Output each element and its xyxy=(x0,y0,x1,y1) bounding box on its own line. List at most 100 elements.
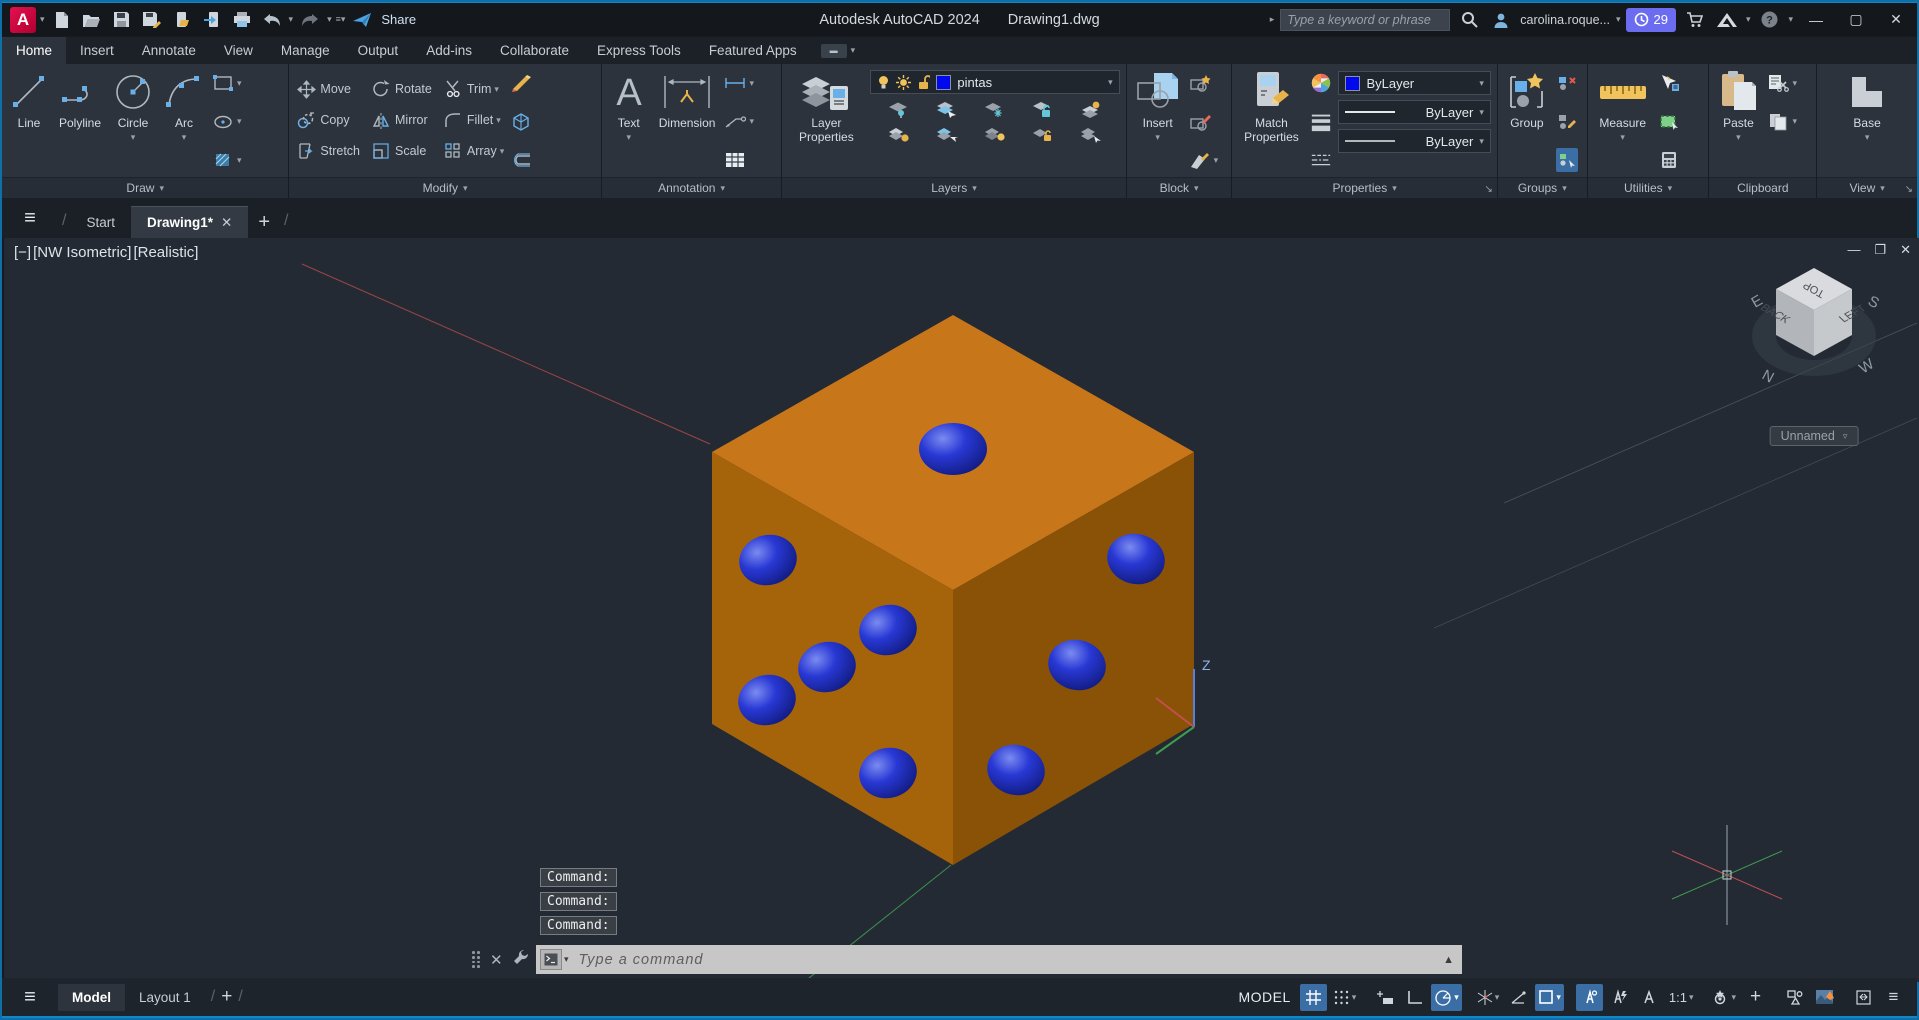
panel-label-properties[interactable]: Properties ▾ ↘ xyxy=(1232,177,1497,198)
paste-caret-icon[interactable]: ▾ xyxy=(1736,132,1741,143)
circle-button[interactable]: Circle ▾ xyxy=(110,68,156,175)
search-input[interactable]: Type a keyword or phrase xyxy=(1280,8,1451,31)
plot-icon[interactable] xyxy=(229,8,255,32)
save-to-web-mobile-icon[interactable] xyxy=(199,8,225,32)
array-button[interactable]: Array ▾ xyxy=(442,139,504,163)
fillet-caret-icon[interactable]: ▾ xyxy=(496,115,501,126)
open-from-web-mobile-icon[interactable] xyxy=(169,8,195,32)
insert-button[interactable]: Insert ▾ xyxy=(1133,68,1183,175)
object-color-caret-icon[interactable]: ▾ xyxy=(1479,78,1484,89)
compass-s[interactable]: S xyxy=(1865,293,1882,313)
viewport-menu-control[interactable]: [−] xyxy=(14,244,31,261)
tab-view[interactable]: View xyxy=(210,37,267,64)
annotation-scale-value[interactable]: 1:1 ▾ xyxy=(1666,984,1697,1011)
plus-customization-button[interactable]: + xyxy=(1742,984,1769,1011)
command-terminal-icon[interactable] xyxy=(540,949,562,970)
lineweight-caret-icon[interactable]: ▾ xyxy=(1479,107,1484,118)
group-edit-icon[interactable] xyxy=(1556,111,1578,133)
match-properties-button[interactable]: Match Properties xyxy=(1238,68,1304,175)
model-space-indicator[interactable]: MODEL xyxy=(1238,989,1290,1005)
polyline-button[interactable]: Polyline xyxy=(56,68,104,175)
isodraft-toggle[interactable]: ▾ xyxy=(1474,984,1503,1011)
graphics-performance-button[interactable] xyxy=(1811,984,1838,1011)
dimension-button[interactable]: Dimension xyxy=(656,68,719,175)
workspace-caret-icon[interactable]: ▾ xyxy=(1731,992,1736,1003)
file-tabs-menu-icon[interactable]: ≡ xyxy=(2,198,58,238)
help-icon[interactable]: ? xyxy=(1756,8,1782,32)
autodesk-logo-icon[interactable] xyxy=(1714,8,1740,32)
clean-screen-button[interactable] xyxy=(1850,984,1877,1011)
color-wheel-icon[interactable] xyxy=(1310,72,1332,94)
file-tab-start[interactable]: Start xyxy=(70,206,131,238)
open-file-icon[interactable] xyxy=(79,8,105,32)
base-caret-icon[interactable]: ▾ xyxy=(1865,132,1870,143)
panel-label-clipboard[interactable]: Clipboard xyxy=(1709,177,1817,198)
select-similar-icon[interactable] xyxy=(1658,111,1680,133)
scale-button[interactable]: Scale xyxy=(370,139,432,163)
command-bar-close-icon[interactable]: ✕ xyxy=(490,951,503,969)
ribbon-collapse-control[interactable]: ▬ ▾ xyxy=(820,37,855,64)
layer-walk-icon[interactable] xyxy=(1080,124,1102,146)
ellipse-tool-icon[interactable] xyxy=(212,111,234,133)
minimize-button[interactable]: — xyxy=(1799,7,1833,33)
rectangle-tool-icon[interactable] xyxy=(212,72,234,94)
isolate-objects-button[interactable] xyxy=(1781,984,1808,1011)
layer-freeze-all-icon[interactable] xyxy=(984,124,1006,146)
lineweight-select[interactable]: ByLayer ▾ xyxy=(1338,100,1491,124)
tab-insert[interactable]: Insert xyxy=(66,37,128,64)
command-input-bar[interactable]: ▾ Type a command ▲ xyxy=(536,945,1462,974)
search-expand-icon[interactable]: ▸ xyxy=(1270,14,1275,25)
arc-button[interactable]: Arc ▾ xyxy=(162,68,206,175)
command-bar-drag-handle[interactable] xyxy=(472,951,480,968)
create-block-icon[interactable] xyxy=(1189,72,1211,94)
linetype-select[interactable]: ByLayer ▾ xyxy=(1338,129,1491,153)
viewport-view-control[interactable]: [NW Isometric] xyxy=(33,244,131,261)
trim-caret-icon[interactable]: ▾ xyxy=(494,84,499,95)
new-layout-button[interactable]: + xyxy=(221,986,232,1008)
block-attributes-caret-icon[interactable]: ▾ xyxy=(1214,155,1219,166)
polar-caret-icon[interactable]: ▾ xyxy=(1454,992,1459,1003)
viewport-close-icon[interactable]: ✕ xyxy=(1900,242,1911,258)
panel-label-modify[interactable]: Modify ▾ xyxy=(289,177,601,198)
line-button[interactable]: Line xyxy=(8,68,50,175)
linetype-caret-icon[interactable]: ▾ xyxy=(1479,136,1484,147)
osnap-tracking-toggle[interactable] xyxy=(1505,984,1532,1011)
ortho-toggle[interactable] xyxy=(1401,984,1428,1011)
move-button[interactable]: Move xyxy=(295,77,360,101)
close-button[interactable]: ✕ xyxy=(1879,7,1913,33)
cut-icon[interactable] xyxy=(1767,72,1790,94)
rotate-button[interactable]: Rotate xyxy=(370,77,432,101)
tab-featured-apps[interactable]: Featured Apps xyxy=(695,37,811,64)
snap-caret-icon[interactable]: ▾ xyxy=(1352,992,1357,1003)
customization-menu-icon[interactable]: ≡ xyxy=(1880,984,1907,1011)
layer-select[interactable]: pintas ▾ xyxy=(870,70,1120,94)
trial-days-badge[interactable]: 29 xyxy=(1626,7,1676,32)
group-button[interactable]: Group xyxy=(1504,68,1550,175)
polar-tracking-toggle[interactable]: ▾ xyxy=(1431,983,1462,1011)
linetype-icon[interactable] xyxy=(1310,149,1332,171)
layer-match-icon[interactable] xyxy=(888,124,910,146)
annotation-visibility-toggle[interactable] xyxy=(1575,983,1603,1011)
share-icon[interactable] xyxy=(349,8,375,32)
osnap-caret-icon[interactable]: ▾ xyxy=(1556,992,1561,1003)
table-icon[interactable] xyxy=(724,149,746,171)
tab-add-ins[interactable]: Add-ins xyxy=(412,37,486,64)
annotation-autoscale-toggle[interactable] xyxy=(1606,984,1633,1011)
erase-icon[interactable] xyxy=(510,72,532,94)
viewport-visualstyle-control[interactable]: [Realistic] xyxy=(133,244,198,261)
tab-home[interactable]: Home xyxy=(2,37,67,64)
panel-label-draw[interactable]: Draw ▾ xyxy=(2,177,289,198)
compass-n[interactable]: N xyxy=(1759,367,1777,387)
panel-label-groups[interactable]: Groups ▾ xyxy=(1497,177,1587,198)
leader-icon[interactable] xyxy=(724,111,747,133)
base-button[interactable]: Base ▾ xyxy=(1843,68,1891,175)
stretch-button[interactable]: Stretch xyxy=(295,139,360,163)
user-menu-caret-icon[interactable]: ▾ xyxy=(1616,14,1621,25)
quick-calculator-icon[interactable] xyxy=(1658,149,1680,171)
hatch-tool-icon[interactable] xyxy=(212,149,234,171)
cart-icon[interactable] xyxy=(1682,8,1708,32)
tab-annotate[interactable]: Annotate xyxy=(128,37,210,64)
linear-dimension-caret-icon[interactable]: ▾ xyxy=(749,78,754,89)
panel-label-annotation[interactable]: Annotation ▾ xyxy=(601,177,782,198)
qat-customize-icon[interactable]: ≡▾ xyxy=(336,14,346,25)
